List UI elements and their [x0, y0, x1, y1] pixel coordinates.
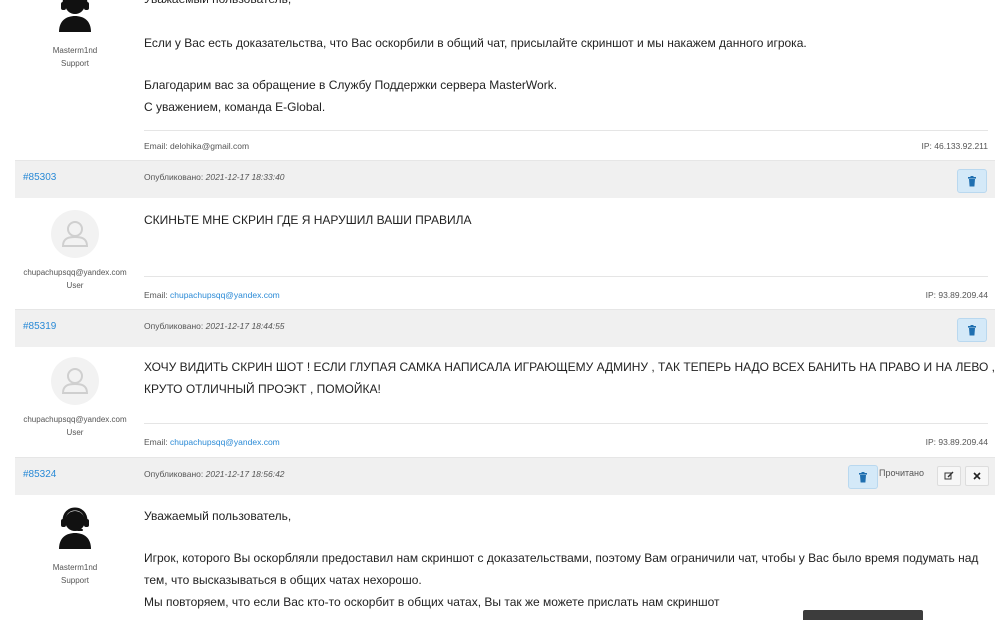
post-id-link[interactable]: #85324: [23, 469, 56, 480]
divider: [144, 276, 988, 277]
author-role: User: [66, 428, 84, 437]
message-line: ХОЧУ ВИДИТЬ СКРИН ШОТ ! ЕСЛИ ГЛУПАЯ САМК…: [144, 360, 995, 374]
message-text: СКИНЬТЕ МНЕ СКРИН ГДЕ Я НАРУШИЛ ВАШИ ПРА…: [144, 213, 472, 227]
user-author-block: chupachupsqq@yandex.com User: [15, 210, 135, 290]
message-line: Мы повторяем, что если Вас кто-то оскорб…: [144, 595, 720, 609]
post-id-link[interactable]: #85319: [23, 321, 56, 332]
email-link[interactable]: chupachupsqq@yandex.com: [170, 437, 280, 447]
read-status-label: Прочитано: [879, 468, 924, 478]
published-label: Опубликовано:: [144, 172, 204, 182]
ip-address: IP: 93.89.209.44: [925, 437, 988, 447]
edit-button[interactable]: [937, 466, 961, 486]
divider: [144, 423, 988, 424]
message-line: тем, что высказываться в общих чатах нех…: [144, 573, 422, 587]
published-label: Опубликовано:: [144, 469, 204, 479]
email-label: Email:: [144, 437, 168, 447]
email-label: Email:: [144, 290, 168, 300]
author-name: Masterm1nd: [52, 46, 98, 55]
default-user-icon: [51, 210, 99, 258]
post-date: Опубликовано: 2021-12-17 18:56:42: [144, 469, 285, 479]
pencil-icon: [944, 471, 954, 480]
author-name: Masterm1nd: [52, 563, 98, 572]
message-line: КРУТО ОТЛИЧНЫЙ ПРОЭКТ , ПОМОЙКА!: [144, 382, 381, 396]
author-role: User: [66, 281, 84, 290]
ip-address: IP: 46.133.92.211: [921, 141, 988, 151]
post-date: Опубликовано: 2021-12-17 18:44:55: [144, 321, 285, 331]
post-header-bar: #85303 Опубликовано: 2021-12-17 18:33:40: [15, 160, 995, 198]
email-label: Email:: [144, 141, 168, 151]
delete-button[interactable]: [957, 318, 987, 342]
message-line: С уважением, команда E-Global.: [144, 100, 326, 114]
message-line: Благодарим вас за обращение в Службу Под…: [144, 78, 558, 92]
notification-popup[interactable]: [803, 610, 923, 620]
close-button[interactable]: [965, 466, 989, 486]
author-name: chupachupsqq@yandex.com: [23, 268, 127, 277]
message-greeting: Уважаемый пользователь,: [144, 0, 291, 10]
divider: [144, 130, 988, 131]
support-author-block: Masterm1nd Support: [15, 505, 135, 585]
support-author-block: Masterm1nd Support: [15, 0, 135, 68]
email-row: Email: chupachupsqq@yandex.com IP: 93.89…: [144, 290, 988, 300]
ip-address: IP: 93.89.209.44: [925, 290, 988, 300]
trash-icon: [968, 175, 976, 186]
message-greeting: Уважаемый пользователь,: [144, 509, 292, 523]
trash-icon: [859, 471, 867, 482]
email-link[interactable]: chupachupsqq@yandex.com: [170, 290, 280, 300]
author-role: Support: [60, 59, 90, 68]
email-value: delohika@gmail.com: [170, 141, 250, 151]
headset-agent-icon: [53, 0, 97, 32]
published-label: Опубликовано:: [144, 321, 204, 331]
published-date: 2021-12-17 18:56:42: [205, 469, 285, 479]
email-row: Email: chupachupsqq@yandex.com IP: 93.89…: [144, 437, 988, 447]
user-author-block: chupachupsqq@yandex.com User: [15, 357, 135, 437]
close-icon: [973, 472, 981, 480]
post-header-bar: #85319 Опубликовано: 2021-12-17 18:44:55: [15, 309, 995, 347]
delete-button[interactable]: [848, 465, 878, 489]
default-user-icon: [51, 357, 99, 405]
message-line: Игрок, которого Вы оскорбляли предостави…: [144, 551, 979, 565]
message-line: Если у Вас есть доказательства, что Вас …: [144, 36, 807, 50]
email-row: Email: delohika@gmail.com IP: 46.133.92.…: [144, 141, 988, 151]
post-id-link[interactable]: #85303: [23, 172, 56, 183]
trash-icon: [968, 324, 976, 335]
headset-agent-icon: [53, 505, 97, 549]
post-header-bar: #85324 Опубликовано: 2021-12-17 18:56:42…: [15, 457, 995, 495]
author-name: chupachupsqq@yandex.com: [23, 415, 127, 424]
post-date: Опубликовано: 2021-12-17 18:33:40: [144, 172, 285, 182]
delete-button[interactable]: [957, 169, 987, 193]
published-date: 2021-12-17 18:33:40: [205, 172, 285, 182]
published-date: 2021-12-17 18:44:55: [205, 321, 285, 331]
author-role: Support: [60, 576, 90, 585]
